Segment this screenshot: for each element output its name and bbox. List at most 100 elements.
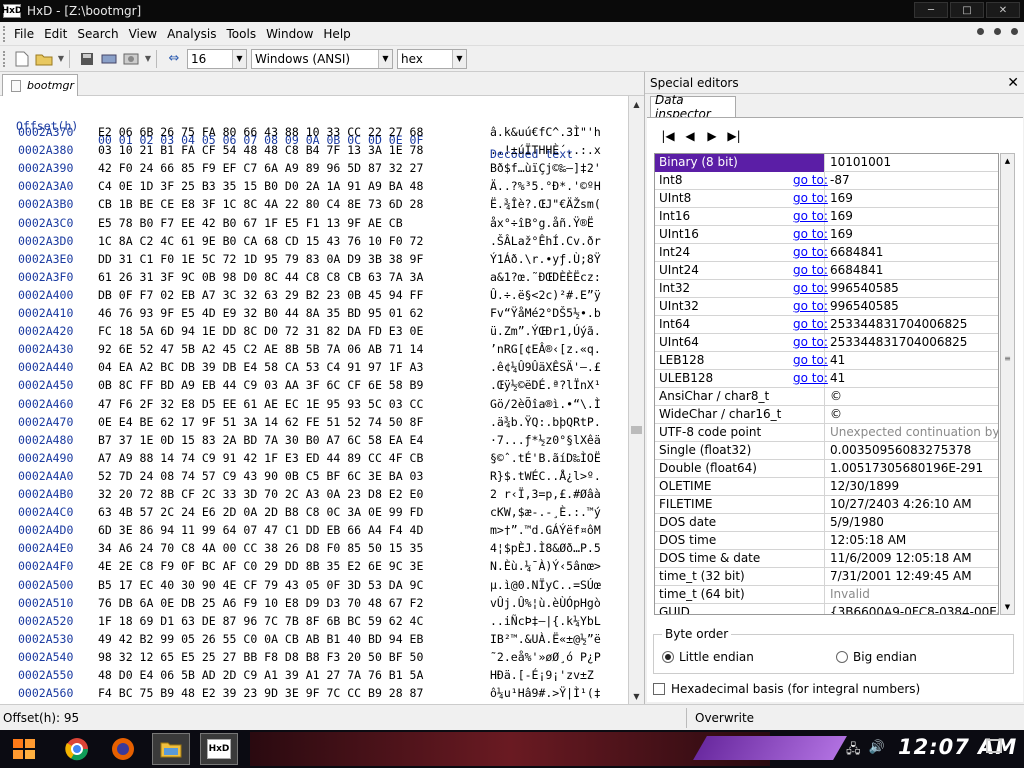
scroll-down-icon[interactable]: ▼ [1001, 600, 1014, 614]
row-decoded-text[interactable]: ·7...ƒ*½z0°§lXêä [490, 433, 601, 447]
network-icon[interactable]: 🖧 [846, 740, 861, 762]
inspector-row[interactable]: time_t (64 bit) Invalid [655, 586, 998, 604]
row-bytes[interactable]: C4 0E 1D 3F 25 B3 35 15 B0 D0 2A 1A 91 A… [98, 179, 423, 193]
row-decoded-text[interactable]: R}$.tWÉC..Å¿l>º. [490, 469, 601, 483]
inspector-value[interactable]: 169 [830, 208, 998, 225]
menu-tools[interactable]: Tools [222, 27, 262, 41]
ram-editor-icon[interactable] [100, 50, 118, 68]
row-decoded-text[interactable]: µ.ì@0.NÏyC..=SÚœ [490, 578, 601, 592]
inspector-row[interactable]: DOS time 12:05:18 AM [655, 532, 998, 550]
mdi-close-button[interactable] [1011, 28, 1018, 35]
row-bytes[interactable]: E2 06 6B 26 75 FA 80 66 43 88 10 33 CC 2… [98, 125, 423, 139]
hxd-taskbar-icon[interactable]: HxD [200, 733, 238, 765]
disk-editor-icon[interactable] [122, 50, 140, 68]
row-bytes[interactable]: 63 4B 57 2C 24 E6 2D 0A 2D B8 C8 0C 3A 0… [98, 505, 423, 519]
inspector-row[interactable]: UTF-8 code point Unexpected continuation … [655, 424, 998, 442]
inspector-value[interactable]: 996540585 [830, 280, 998, 297]
inspector-row[interactable]: Int8 go to: -87 [655, 172, 998, 190]
row-decoded-text[interactable]: åx°÷îB°g.åñ.Ÿ®Ë [490, 216, 594, 230]
row-bytes[interactable]: CB 1B BE CE E8 3F 1C 8C 4A 22 80 C4 8E 7… [98, 197, 423, 211]
inspector-row[interactable]: UInt24 go to: 6684841 [655, 262, 998, 280]
goto-link[interactable]: go to: [793, 280, 828, 297]
hex-editor[interactable]: Offset(h) 00 01 02 03 04 05 06 07 08 09 … [0, 96, 628, 704]
inspector-row[interactable]: ULEB128 go to: 41 [655, 370, 998, 388]
menu-edit[interactable]: Edit [39, 27, 72, 41]
notification-icon[interactable] [986, 739, 1002, 753]
inspector-row[interactable]: Int32 go to: 996540585 [655, 280, 998, 298]
row-decoded-text[interactable]: 2 r‹Ï,3=p,£.#Øâà [490, 487, 601, 501]
previous-icon[interactable]: ◀ [679, 126, 701, 146]
inspector-scrollbar[interactable]: ▲ ≡ ▼ [1000, 153, 1015, 615]
menu-file[interactable]: File [9, 27, 39, 41]
inspector-row[interactable]: FILETIME 10/27/2403 4:26:10 AM [655, 496, 998, 514]
row-bytes[interactable]: 49 42 B2 99 05 26 55 C0 0A CB AB B1 40 B… [98, 632, 423, 646]
tab-data-inspector[interactable]: Data inspector [650, 93, 736, 121]
inspector-value[interactable]: Invalid [830, 586, 998, 603]
row-bytes[interactable]: E5 78 B0 F7 EE 42 B0 67 1F E5 F1 13 9F A… [98, 216, 403, 230]
row-bytes[interactable]: B7 37 1E 0D 15 83 2A BD 7A 30 B0 A7 6C 5… [98, 433, 423, 447]
inspector-row[interactable]: GUID {3B6600A9-0FC8-0384-00E8-1200 [655, 604, 998, 614]
row-bytes[interactable]: 42 F0 24 66 85 F9 EF C7 6A A9 89 96 5D 8… [98, 161, 423, 175]
offset-base-select[interactable]: hex ▼ [397, 48, 467, 69]
scroll-grip-icon[interactable]: ≡ [1001, 354, 1014, 363]
row-bytes[interactable]: 34 A6 24 70 C8 4A 00 CC 38 26 D8 F0 85 5… [98, 541, 423, 555]
scroll-up-icon[interactable]: ▲ [629, 96, 644, 112]
inspector-value[interactable]: 12/30/1899 [830, 478, 998, 495]
inspector-value[interactable]: © [830, 388, 998, 405]
open-folder-icon[interactable] [35, 50, 53, 68]
row-decoded-text[interactable]: .Œÿ½©ëDÉ.ª?lÏnX¹ [490, 378, 601, 392]
row-bytes[interactable]: 03 10 21 B1 FA CF 54 48 48 C8 B4 7F 13 3… [98, 143, 423, 157]
row-decoded-text[interactable]: m>†”.™d.GÁÝëf¤ôM [490, 523, 601, 537]
tools-dropdown-icon[interactable]: ▼ [144, 50, 152, 68]
goto-link[interactable]: go to: [793, 370, 828, 387]
inspector-value[interactable]: 253344831704006825 [830, 334, 998, 351]
goto-link[interactable]: go to: [793, 262, 828, 279]
menu-window[interactable]: Window [261, 27, 318, 41]
inspector-value[interactable]: 6684841 [830, 244, 998, 261]
goto-link[interactable]: go to: [793, 172, 828, 189]
close-icon[interactable]: ✕ [1007, 75, 1019, 91]
row-bytes[interactable]: 1C 8A C2 4C 61 9E B0 CA 68 CD 15 43 76 1… [98, 234, 423, 248]
mdi-minimize-button[interactable] [977, 28, 984, 35]
inspector-row[interactable]: Double (float64) 1.00517305680196E-291 [655, 460, 998, 478]
row-bytes[interactable]: 48 D0 E4 06 5B AD 2D C9 A1 39 A1 27 7A 7… [98, 668, 423, 682]
inspector-row[interactable]: Int24 go to: 6684841 [655, 244, 998, 262]
inspector-value[interactable]: 10/27/2403 4:26:10 AM [830, 496, 998, 513]
menu-analysis[interactable]: Analysis [162, 27, 221, 41]
row-bytes[interactable]: 47 F6 2F 32 E8 D5 EE 61 AE EC 1E 95 93 5… [98, 397, 423, 411]
row-decoded-text[interactable]: Û.÷.ë§<2c)²#.E”ÿ [490, 288, 601, 302]
row-decoded-text[interactable]: cKW,$æ-.-¸È.:.™ý [490, 505, 601, 519]
row-decoded-text[interactable]: §©ˆ.tÉ'B.ãíD‰ÌOË [490, 451, 601, 465]
inspector-value[interactable]: 6684841 [830, 262, 998, 279]
last-icon[interactable]: ▶| [723, 126, 745, 146]
maximize-button[interactable]: □ [950, 2, 984, 18]
row-bytes[interactable]: 98 32 12 65 E5 25 27 BB F8 D8 B8 F3 20 5… [98, 650, 423, 664]
inspector-value[interactable]: 169 [830, 190, 998, 207]
row-bytes[interactable]: 61 26 31 3F 9C 0B 98 D0 8C 44 C8 C8 CB 6… [98, 270, 423, 284]
minimize-button[interactable]: ─ [914, 2, 948, 18]
row-decoded-text[interactable]: HÐä.[­-É¡9¡'zv±Z [490, 668, 594, 682]
menu-search[interactable]: Search [72, 27, 123, 41]
row-decoded-text[interactable]: a&1?œ.˜ÐŒDÈÈËcz: [490, 270, 601, 284]
inspector-value[interactable]: Unexpected continuation byte [830, 424, 998, 441]
row-decoded-text[interactable]: Gö/2èÕîa®ì.•“\.Ì [490, 397, 601, 411]
row-decoded-text[interactable]: ..iÑcÞ‡–|{.k¼YbL [490, 614, 601, 628]
inspector-value[interactable]: 41 [830, 370, 998, 387]
row-bytes[interactable]: FC 18 5A 6D 94 1E DD 8C D0 72 31 82 DA F… [98, 324, 423, 338]
row-decoded-text[interactable]: Ë.¾Îè?.ŒJ"€ÄŽsm( [490, 197, 601, 211]
row-decoded-text[interactable]: .ê¢¼Û9ÛäXÊSÄ'—.£ [490, 360, 601, 374]
row-decoded-text[interactable]: Ä..?%³5.°Ð*.'©ºH [490, 179, 601, 193]
next-icon[interactable]: ▶ [701, 126, 723, 146]
row-decoded-text[interactable]: Ý1Áð.\r.•yƒ.Ù;8Ÿ [490, 252, 601, 266]
inspector-row[interactable]: Binary (8 bit) 10101001 [655, 154, 998, 172]
big-endian-radio[interactable]: Big endian [836, 650, 917, 664]
inspector-row[interactable]: Int16 go to: 169 [655, 208, 998, 226]
menu-help[interactable]: Help [318, 27, 355, 41]
goto-link[interactable]: go to: [793, 208, 828, 225]
row-decoded-text[interactable]: ..!±úÏTHHÈ´..:.x [490, 143, 601, 157]
row-bytes[interactable]: 04 EA A2 BC DB 39 DB E4 58 CA 53 C4 91 9… [98, 360, 423, 374]
inspector-row[interactable]: DOS time & date 11/6/2009 12:05:18 AM [655, 550, 998, 568]
row-decoded-text[interactable]: ô¼u¹Hâ9#.>Ÿ|Ì¹(‡ [490, 686, 601, 700]
goto-link[interactable]: go to: [793, 334, 828, 351]
bytes-per-row-select[interactable]: 16 ▼ [187, 48, 247, 69]
